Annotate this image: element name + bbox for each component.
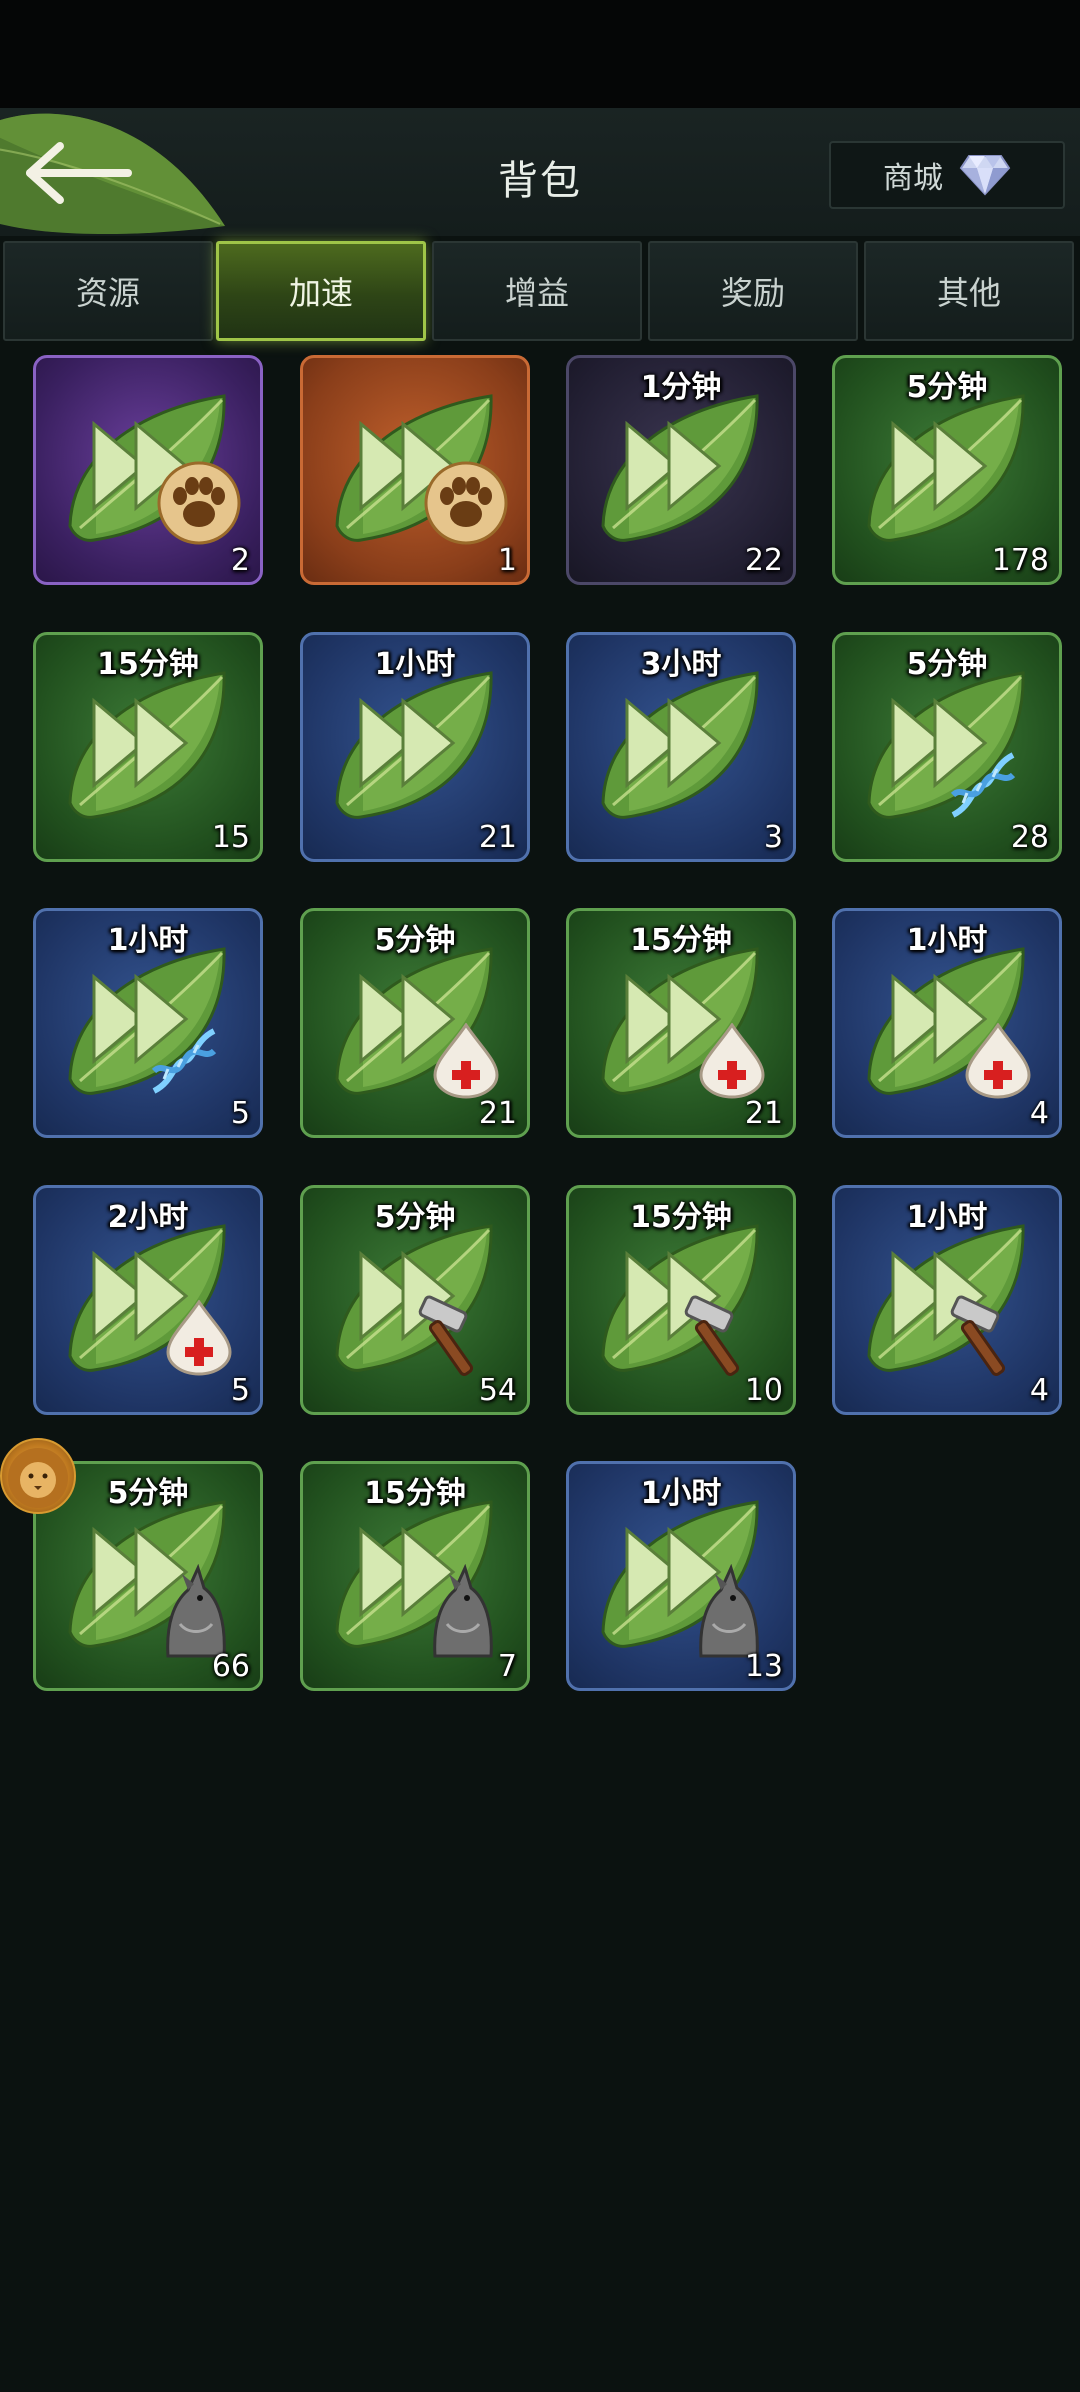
paw-icon bbox=[157, 461, 241, 545]
item-duration-label: 15分钟 bbox=[364, 1476, 466, 1511]
speedup-item[interactable]: 3小时 3 bbox=[566, 632, 796, 862]
item-duration-label: 3小时 bbox=[640, 647, 722, 682]
item-duration-label: 15分钟 bbox=[630, 923, 732, 958]
item-duration-label: 2小时 bbox=[107, 1200, 189, 1235]
item-count: 4 bbox=[1029, 1373, 1049, 1408]
item-count: 10 bbox=[744, 1373, 783, 1408]
speedup-item[interactable]: 5分钟 54 bbox=[300, 1185, 530, 1415]
item-count: 178 bbox=[991, 543, 1049, 578]
speedup-item[interactable]: 1分钟 22 bbox=[566, 355, 796, 585]
item-count: 13 bbox=[744, 1649, 783, 1684]
item-count: 3 bbox=[763, 820, 783, 855]
blood-drop-icon bbox=[699, 1023, 765, 1099]
hammer-icon bbox=[950, 1295, 1006, 1376]
item-duration-label: 1小时 bbox=[906, 1200, 988, 1235]
tab-resources[interactable]: 资源 bbox=[3, 241, 213, 341]
status-bar bbox=[0, 0, 1080, 108]
tab-bar: 资源 加速 增益 奖励 其他 bbox=[0, 241, 1080, 343]
speedup-item[interactable]: 1小时 4 bbox=[832, 908, 1062, 1138]
speedup-item[interactable]: 15分钟 10 bbox=[566, 1185, 796, 1415]
item-duration-label: 15分钟 bbox=[97, 647, 199, 682]
item-count: 15 bbox=[211, 820, 250, 855]
item-count: 1 bbox=[497, 543, 517, 578]
item-count: 22 bbox=[744, 543, 783, 578]
speedup-item[interactable]: 5分钟 178 bbox=[832, 355, 1062, 585]
dna-icon bbox=[151, 1028, 217, 1094]
item-duration-label: 5分钟 bbox=[906, 370, 988, 405]
hammer-icon bbox=[684, 1295, 740, 1376]
item-duration-label: 1小时 bbox=[107, 923, 189, 958]
item-duration-label: 15分钟 bbox=[630, 1200, 732, 1235]
item-count: 2 bbox=[230, 543, 250, 578]
item-duration-label: 1分钟 bbox=[640, 370, 722, 405]
speedup-item[interactable]: 5分钟 21 bbox=[300, 908, 530, 1138]
tab-rewards[interactable]: 奖励 bbox=[648, 241, 858, 341]
speedup-item[interactable]: 15分钟 15 bbox=[33, 632, 263, 862]
blood-drop-icon bbox=[166, 1300, 232, 1376]
item-duration-label: 1小时 bbox=[374, 647, 456, 682]
item-count: 5 bbox=[230, 1373, 250, 1408]
wolf-icon bbox=[433, 1564, 493, 1658]
item-count: 7 bbox=[497, 1649, 517, 1684]
speedup-item[interactable]: 1小时 5 bbox=[33, 908, 263, 1138]
speedup-item[interactable]: 2 bbox=[33, 355, 263, 585]
speedup-item[interactable]: 1小时 13 bbox=[566, 1461, 796, 1691]
item-count: 21 bbox=[478, 1096, 517, 1131]
item-duration-label: 5分钟 bbox=[374, 1200, 456, 1235]
speedup-item[interactable]: 1小时 4 bbox=[832, 1185, 1062, 1415]
item-count: 21 bbox=[478, 820, 517, 855]
speedup-item[interactable]: 1小时 21 bbox=[300, 632, 530, 862]
item-count: 21 bbox=[744, 1096, 783, 1131]
shop-label: 商城 bbox=[883, 161, 943, 196]
diamond-icon bbox=[959, 155, 1011, 196]
wolf-icon bbox=[699, 1564, 759, 1658]
speedup-item[interactable]: 2小时 5 bbox=[33, 1185, 263, 1415]
hammer-icon bbox=[418, 1295, 474, 1376]
item-count: 4 bbox=[1029, 1096, 1049, 1131]
item-duration-label: 5分钟 bbox=[906, 647, 988, 682]
blood-drop-icon bbox=[433, 1023, 499, 1099]
item-count: 5 bbox=[230, 1096, 250, 1131]
tab-other[interactable]: 其他 bbox=[864, 241, 1074, 341]
item-duration-label: 1小时 bbox=[640, 1476, 722, 1511]
item-count: 28 bbox=[1010, 820, 1049, 855]
tab-boost[interactable]: 增益 bbox=[432, 241, 642, 341]
speedup-item[interactable]: 1 bbox=[300, 355, 530, 585]
wolf-icon bbox=[166, 1564, 226, 1658]
header: 背包 商城 bbox=[0, 108, 1080, 236]
item-count: 66 bbox=[211, 1649, 250, 1684]
tab-speedup[interactable]: 加速 bbox=[216, 241, 426, 341]
shop-button[interactable]: 商城 bbox=[829, 141, 1065, 209]
paw-icon bbox=[424, 461, 508, 545]
lion-avatar[interactable] bbox=[0, 1438, 76, 1514]
item-duration-label: 1小时 bbox=[906, 923, 988, 958]
speedup-item[interactable]: 15分钟 7 bbox=[300, 1461, 530, 1691]
speedup-item[interactable]: 15分钟 21 bbox=[566, 908, 796, 1138]
speedup-item[interactable]: 5分钟 28 bbox=[832, 632, 1062, 862]
dna-icon bbox=[950, 752, 1016, 818]
blood-drop-icon bbox=[965, 1023, 1031, 1099]
lion-icon bbox=[8, 1448, 68, 1508]
item-count: 54 bbox=[478, 1373, 517, 1408]
item-duration-label: 5分钟 bbox=[374, 923, 456, 958]
